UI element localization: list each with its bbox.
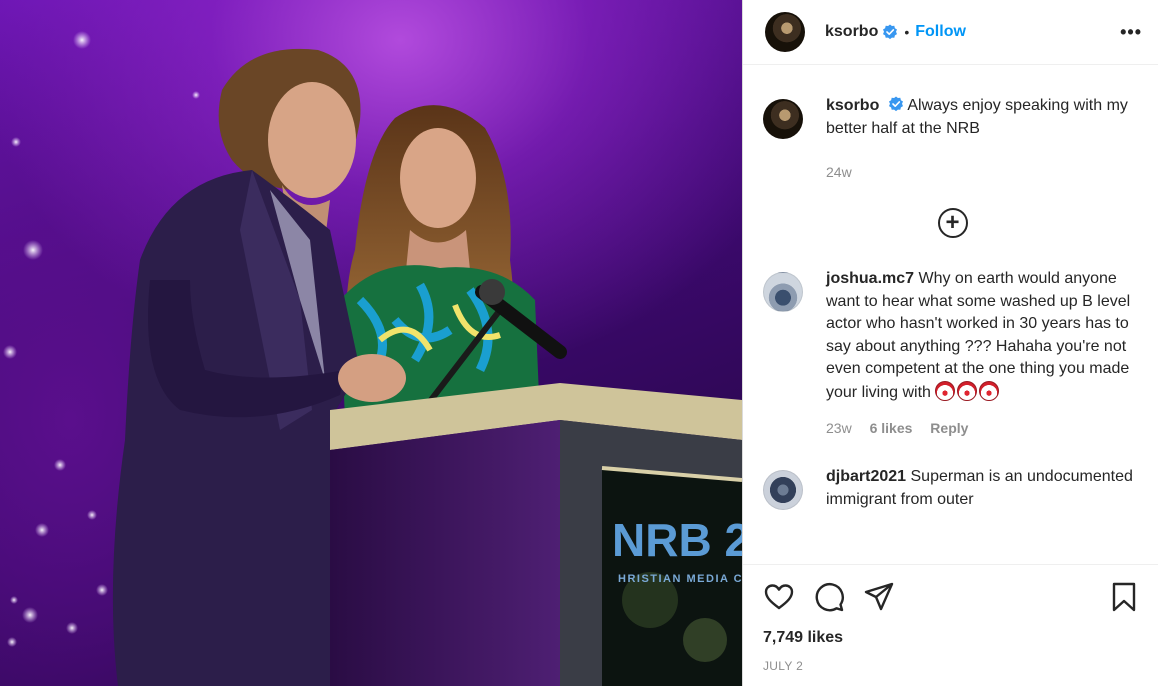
caption-body: ksorbo Always enjoy speaking with my bet… xyxy=(826,95,1142,140)
author-username[interactable]: ksorbo xyxy=(825,23,878,41)
podium-sign-subtext: HRISTIAN MEDIA CO xyxy=(618,573,742,585)
comment-text: Why on earth would anyone want to hear w… xyxy=(826,270,1131,401)
header-separator: • xyxy=(904,24,910,40)
caption-time[interactable]: 24w xyxy=(826,164,852,180)
post-date[interactable]: JULY 2 xyxy=(763,659,1140,673)
paper-plane-icon[interactable] xyxy=(863,581,895,613)
clown-emoji-icon xyxy=(935,380,956,401)
stage-illustration: NRB 20 HRISTIAN MEDIA CO xyxy=(3,31,742,686)
comment-meta: 23w 6 likes Reply xyxy=(826,420,1142,436)
comment-item: joshua.mc7 Why on earth would anyone wan… xyxy=(763,268,1142,404)
author-avatar[interactable] xyxy=(765,12,805,52)
caption: ksorbo Always enjoy speaking with my bet… xyxy=(763,95,1142,140)
verified-badge-icon xyxy=(888,96,903,112)
caption-username[interactable]: ksorbo xyxy=(826,97,879,114)
comment-likes[interactable]: 6 likes xyxy=(870,420,913,436)
comment-body: djbart2021 Superman is an undocumented i… xyxy=(826,466,1142,511)
commenter-avatar[interactable] xyxy=(763,272,803,312)
load-more-wrap: + xyxy=(763,208,1142,238)
likes-count[interactable]: 7,749 likes xyxy=(763,629,1140,647)
comments-section[interactable]: ksorbo Always enjoy speaking with my bet… xyxy=(743,65,1158,564)
comment-username[interactable]: djbart2021 xyxy=(826,468,906,485)
post-actions: 7,749 likes JULY 2 xyxy=(743,564,1158,686)
action-icons xyxy=(763,581,1140,613)
post-photo[interactable]: NRB 20 HRISTIAN MEDIA CO xyxy=(0,0,742,686)
clown-emoji-icon xyxy=(957,380,978,401)
comment-time[interactable]: 23w xyxy=(826,420,852,436)
post-sidebar: ksorbo • Follow ••• ksorbo Always enjoy … xyxy=(742,0,1158,686)
reply-button[interactable]: Reply xyxy=(930,420,968,436)
comment-bubble-icon[interactable] xyxy=(813,581,845,613)
more-options-icon[interactable]: ••• xyxy=(1120,22,1142,43)
comment-body: joshua.mc7 Why on earth would anyone wan… xyxy=(826,268,1142,404)
clown-emoji-icon xyxy=(979,380,1000,401)
comment-username[interactable]: joshua.mc7 xyxy=(826,270,914,287)
follow-button[interactable]: Follow xyxy=(915,23,966,41)
post-header: ksorbo • Follow ••• xyxy=(743,0,1158,65)
instagram-post: NRB 20 HRISTIAN MEDIA CO ksorbo • Follow… xyxy=(0,0,1158,686)
heart-icon[interactable] xyxy=(763,581,795,613)
caption-meta: 24w xyxy=(826,164,1142,180)
podium: NRB 20 HRISTIAN MEDIA CO xyxy=(330,383,742,686)
load-more-comments-button[interactable]: + xyxy=(937,208,968,238)
verified-badge-icon xyxy=(883,24,898,40)
caption-avatar[interactable] xyxy=(763,99,803,139)
podium-sign-text: NRB 20 xyxy=(612,514,742,566)
comment-item: djbart2021 Superman is an undocumented i… xyxy=(763,466,1142,511)
commenter-avatar[interactable] xyxy=(763,470,803,510)
bookmark-icon[interactable] xyxy=(1108,581,1140,613)
